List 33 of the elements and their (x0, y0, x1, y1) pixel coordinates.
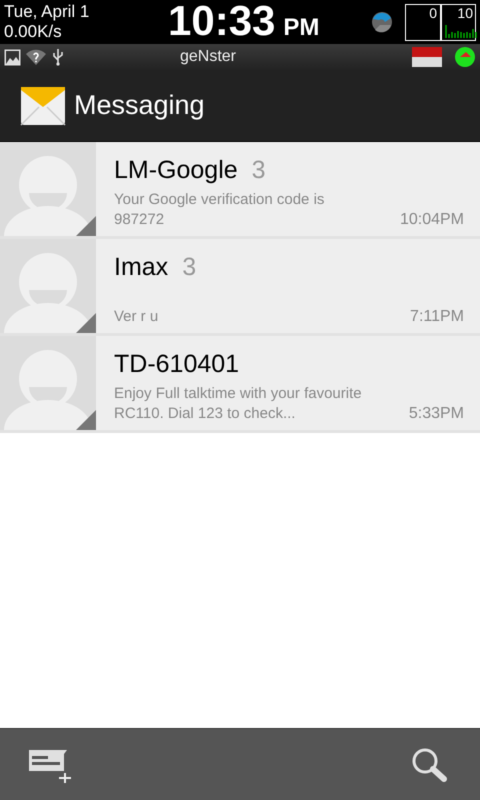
image-icon (4, 48, 21, 66)
sender-name: LM-Google (114, 155, 238, 186)
aperture-icon[interactable] (369, 11, 395, 33)
meter-label: 10 (457, 4, 473, 20)
message-snippet: Ver r u (114, 307, 160, 327)
message-time: 7:11PM (410, 307, 464, 327)
message-count: 3 (182, 252, 196, 283)
meter-label: 0 (429, 4, 437, 20)
clock-time: 10:33 (168, 0, 276, 42)
carrier-name: geNster (178, 47, 238, 67)
sender-name: TD-610401 (114, 349, 240, 380)
sender-name: Imax (114, 252, 168, 283)
flag-icon (412, 47, 442, 67)
conversation-item[interactable]: TD-610401 Enjoy Full talktime with your favourite RC110. Dial 123 to check... 5:33PM (0, 336, 480, 433)
avatar-icon (0, 336, 96, 430)
conversation-item[interactable]: Imax 3 Ver r u 7:11PM (0, 239, 480, 336)
search-icon (410, 746, 448, 784)
app-title: Messaging (74, 89, 205, 122)
network-speed: 0.00K/s (4, 22, 63, 42)
wifi-question-icon (26, 49, 46, 65)
activity-bars-icon (445, 22, 478, 38)
usb-icon (52, 48, 64, 66)
message-time: 10:04PM (400, 210, 464, 230)
message-time: 5:33PM (408, 404, 464, 424)
message-count: 3 (252, 155, 266, 186)
avatar-icon (0, 142, 96, 236)
conversation-item[interactable]: LM-Google 3 Your Google verification code is 987272 10:04PM (0, 142, 480, 239)
message-snippet: Your Google verification code is 987272 (114, 190, 326, 230)
status-icon (454, 46, 476, 68)
clock-ampm: PM (283, 12, 320, 42)
avatar-icon (0, 239, 96, 333)
message-snippet: Enjoy Full talktime with your favourite RC110. Dial 123 to check... (114, 384, 363, 424)
status-date: Tue, April 1 (4, 2, 90, 22)
